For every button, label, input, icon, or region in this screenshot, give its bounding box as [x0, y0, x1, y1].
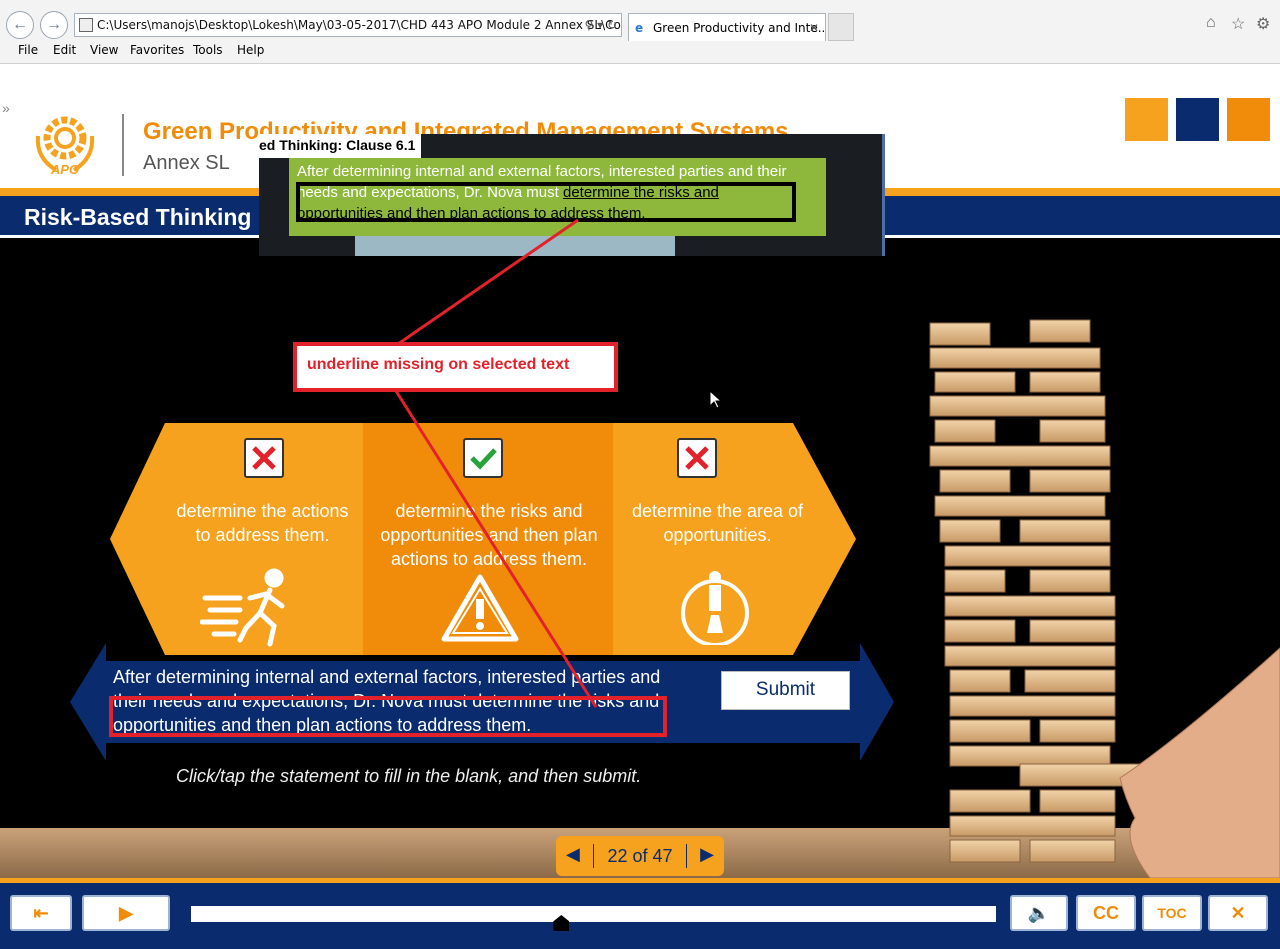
page-count: 22 of 47 — [607, 846, 673, 866]
closed-captions-button[interactable]: CC — [1076, 895, 1136, 931]
back-button[interactable]: ← — [6, 11, 34, 39]
person-target-icon — [681, 571, 749, 645]
address-bar[interactable]: C:\Users\manojs\Desktop\Lokesh\May\03-05… — [74, 13, 622, 37]
pager-divider — [686, 844, 687, 868]
page-navigator: ◀ 22 of 47 ▶ — [556, 836, 724, 876]
instruction-text: Click/tap the statement to fill in the b… — [176, 766, 642, 786]
submit-button[interactable]: Submit — [721, 671, 850, 710]
x-mark-icon — [244, 438, 284, 478]
x-mark-icon — [677, 438, 717, 478]
brand-square-1 — [1125, 98, 1168, 141]
annotation-callout: underline missing on selected text — [293, 342, 618, 392]
option-card-2[interactable]: determine the risks and opportunities an… — [363, 423, 615, 655]
menu-favorites[interactable]: Favorites — [130, 43, 184, 57]
annotation-text: underline missing on selected text — [307, 356, 570, 373]
mouse-cursor-icon — [709, 390, 723, 409]
warning-triangle-icon — [441, 574, 519, 642]
home-icon[interactable]: ⌂ — [1206, 14, 1216, 32]
slide-title: Risk-Based Thinking — [24, 204, 252, 230]
play-icon[interactable]: ▶ — [82, 895, 170, 931]
menu-view[interactable]: View — [90, 43, 118, 57]
ie-icon: e — [635, 21, 644, 35]
brand-square-2 — [1176, 98, 1219, 141]
browser-tab[interactable]: e Green Productivity and Inte... ✕ — [628, 13, 826, 41]
player-controls: ⇤ ▶ 🔈 CC TOC ✕ — [0, 878, 1280, 949]
checkmark-icon — [463, 438, 503, 478]
search-refresh-icons[interactable]: ⚲ ▾ ↻ — [585, 14, 618, 36]
overlay-title: ed Thinking: Clause 6.1 — [259, 134, 422, 158]
forward-button[interactable]: → — [40, 11, 68, 39]
option-label-1: determine the actions to address them. — [176, 501, 349, 545]
browser-chrome: ← → C:\Users\manojs\Desktop\Lokesh\May\0… — [0, 0, 1280, 64]
next-page-icon[interactable]: ▶ — [700, 844, 714, 865]
option-label-2: determine the risks and opportunities an… — [380, 501, 598, 569]
overlay-selection-box — [296, 182, 796, 222]
toc-button[interactable]: TOC — [1142, 895, 1202, 931]
menu-file[interactable]: File — [18, 43, 38, 57]
overlay-background-strip — [355, 236, 675, 256]
apo-logo: APO — [35, 116, 95, 177]
course-subtitle: Annex SL — [143, 152, 230, 174]
brand-square-3 — [1227, 98, 1270, 141]
option-label-3: determine the area of opportunities. — [631, 501, 804, 545]
close-icon[interactable]: ✕ — [1208, 895, 1268, 931]
settings-gear-icon[interactable]: ⚙ — [1256, 14, 1270, 34]
exit-icon[interactable]: ⇤ — [10, 895, 72, 931]
jenga-tower-image — [929, 319, 1280, 878]
close-tab-icon[interactable]: ✕ — [809, 14, 819, 41]
new-tab-button[interactable] — [828, 13, 854, 41]
running-person-icon — [200, 568, 285, 647]
page-icon — [79, 18, 93, 32]
address-text: C:\Users\manojs\Desktop\Lokesh\May\03-05… — [97, 18, 621, 32]
reference-overlay: ed Thinking: Clause 6.1 After determinin… — [259, 134, 885, 256]
header-divider — [122, 114, 124, 176]
menu-help[interactable]: Help — [237, 43, 264, 57]
seek-bar[interactable] — [191, 906, 996, 922]
menu-tools[interactable]: Tools — [193, 43, 223, 57]
volume-icon[interactable]: 🔈 — [1010, 895, 1068, 931]
option-card-1[interactable]: determine the actions to address them. — [165, 423, 360, 655]
favorites-star-icon[interactable]: ☆ — [1231, 14, 1245, 34]
tab-title: Green Productivity and Inte... — [653, 21, 826, 35]
expand-icon[interactable]: » — [2, 100, 10, 116]
statement-text[interactable]: After determining internal and external … — [113, 665, 668, 737]
menu-edit[interactable]: Edit — [53, 43, 76, 57]
option-card-3[interactable]: determine the area of opportunities. — [615, 423, 820, 655]
logo-text: APO — [50, 162, 79, 177]
slide-stage: determine the actions to address them. d… — [0, 238, 1280, 878]
